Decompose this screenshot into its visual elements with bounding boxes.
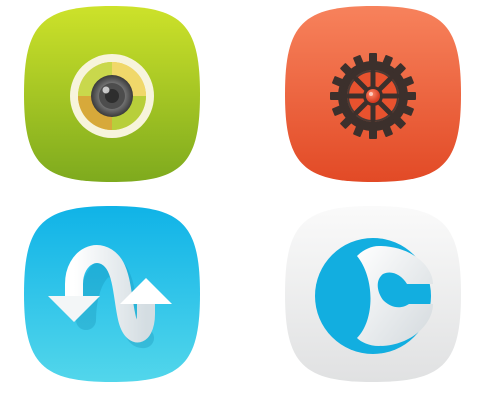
camera-app-icon[interactable] [22,4,202,184]
settings-gear-icon [285,6,461,182]
sync-app-icon[interactable] [22,204,202,384]
launcher-icon [285,206,461,382]
launcher-app-icon[interactable] [283,204,463,384]
settings-app-icon[interactable] [283,4,463,184]
camera-icon [24,6,200,182]
sync-arrows-icon [24,206,200,382]
